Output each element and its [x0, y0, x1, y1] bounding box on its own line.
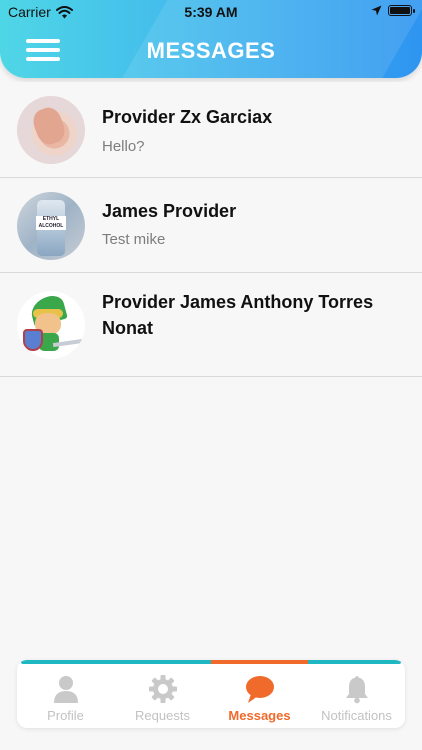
status-bar: Carrier 5:39 AM [0, 0, 422, 24]
bell-icon [346, 676, 368, 704]
gear-icon [149, 675, 177, 703]
battery-icon [388, 5, 415, 16]
avatar [17, 291, 85, 359]
tab-messages[interactable]: Messages [211, 664, 308, 728]
conversation-list: Provider Zx Garciax Hello? ETHYL ALCOHOL… [0, 82, 422, 377]
app-header: Carrier 5:39 AM MESSAGES [0, 0, 422, 78]
conversation-row[interactable]: Provider James Anthony Torres Nonat [0, 273, 422, 377]
tab-notifications[interactable]: Notifications [308, 664, 405, 728]
tab-requests[interactable]: Requests [114, 664, 211, 728]
tab-label: Requests [135, 708, 190, 723]
avatar: ETHYL ALCOHOL [17, 192, 85, 260]
conversation-name: Provider Zx Garciax [102, 107, 273, 127]
chat-bubble-icon [246, 676, 274, 703]
bottom-tab-bar: Profile Requests Messages Notifications [17, 660, 405, 728]
tab-label: Messages [228, 708, 291, 723]
avatar-bottle-label: ETHYL ALCOHOL [36, 216, 66, 230]
conversation-preview: Hello? [102, 138, 145, 155]
conversation-preview: Test mike [102, 231, 166, 248]
conversation-row[interactable]: ETHYL ALCOHOL James Provider Test mike [0, 178, 422, 273]
page-title: MESSAGES [146, 38, 276, 63]
tab-label: Profile [47, 708, 84, 723]
person-icon [54, 676, 78, 703]
tab-profile[interactable]: Profile [17, 664, 114, 728]
conversation-name: James Provider [102, 201, 237, 221]
tab-label: Notifications [321, 708, 392, 723]
avatar [17, 96, 85, 164]
location-arrow-icon [371, 5, 382, 16]
status-time: 5:39 AM [184, 4, 238, 20]
conversation-name: Provider James Anthony Torres Nonat [102, 292, 374, 338]
conversation-row[interactable]: Provider Zx Garciax Hello? [0, 82, 422, 178]
